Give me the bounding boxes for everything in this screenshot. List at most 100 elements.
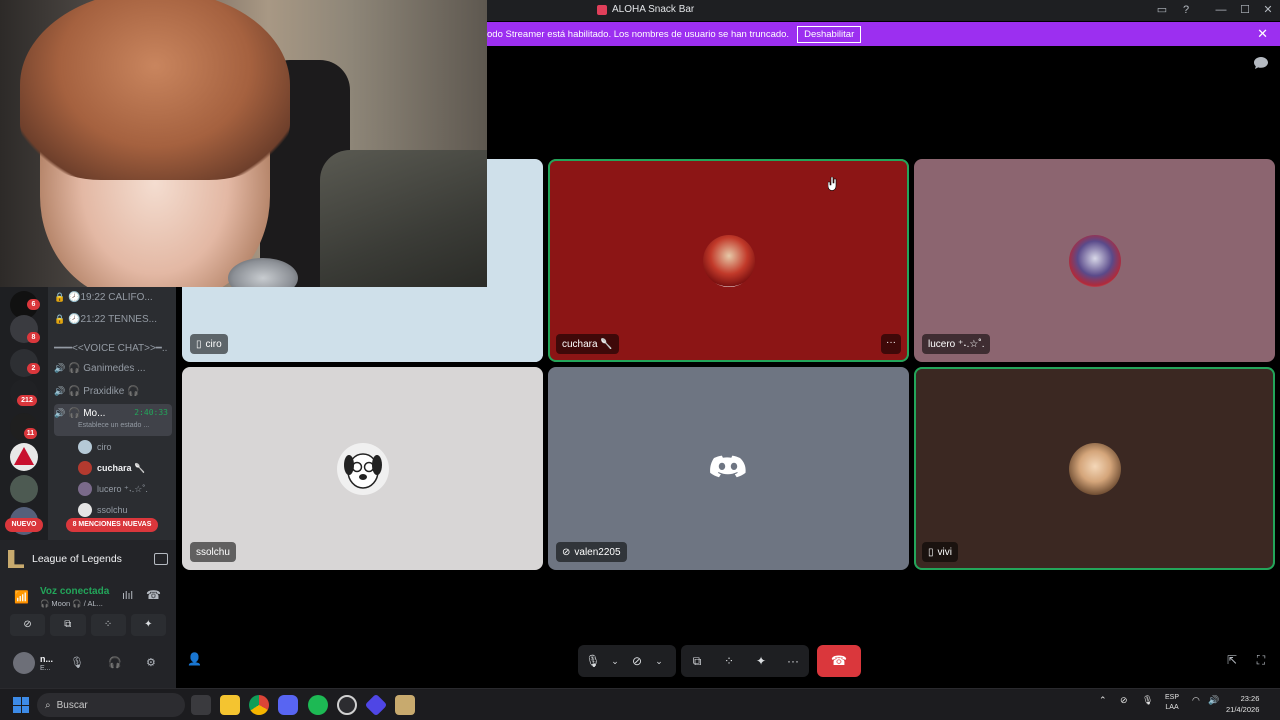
discord-icon[interactable] [278, 695, 298, 715]
chevron-down-icon[interactable]: ⌄ [608, 645, 622, 677]
microphone-icon[interactable]: 🎙 [70, 656, 84, 669]
game-overlay-icon[interactable] [154, 553, 168, 565]
new-mentions-pill[interactable]: 8 MENCIONES NUEVAS [66, 518, 158, 532]
active-voice-channel[interactable]: 🔊 🎧 Mo... 2:40:33 Establece un estado ..… [54, 404, 172, 436]
participant-tile-ciro[interactable]: ▯ ciro [182, 287, 543, 362]
more-options-icon[interactable]: ··· [777, 645, 809, 677]
voice-connection-panel: 📶 Voz conectada 🎧 Moon 🎧 / AL... ılıl ☎ [12, 582, 168, 612]
pop-out-icon[interactable]: ⇱ [1224, 652, 1240, 668]
windows-start-icon[interactable] [13, 697, 29, 713]
game-name: League of Legends [32, 553, 122, 565]
avatar[interactable] [13, 652, 35, 674]
microphone-icon[interactable]: 🎙 [578, 645, 608, 677]
task-view-icon[interactable] [191, 695, 211, 715]
disconnect-icon[interactable]: ☎ [146, 588, 161, 602]
voice-user[interactable]: ciro [78, 437, 112, 457]
window-title-text: ALOHA Snack Bar [612, 4, 695, 15]
inbox-icon[interactable]: ▭ [1152, 2, 1172, 19]
game-activity[interactable]: League of Legends [8, 544, 168, 574]
help-icon[interactable]: ? [1176, 2, 1196, 19]
language-indicator[interactable]: ESP LAA [1165, 693, 1179, 713]
network-off-icon[interactable]: ⊘ [1120, 695, 1128, 706]
participant-tile-ssolchu[interactable]: ssolchu [182, 367, 543, 570]
camera-off-button[interactable]: ⊘ [10, 614, 46, 636]
soundboard-icon[interactable]: ✦ [745, 645, 777, 677]
new-unread-pill[interactable]: NUEVO [5, 518, 43, 532]
channel-item[interactable]: 🔒 🕗21:22 TENNES... [54, 309, 172, 329]
channel-item[interactable]: 🔒 🕗19:22 CALIFO... [54, 287, 172, 307]
volume-icon[interactable]: 🔊 [1208, 695, 1219, 706]
participant-tile-vivi[interactable]: ▯ vivi [914, 367, 1275, 570]
avatar [78, 482, 92, 496]
participant-name: cuchara 🥄 [562, 338, 613, 350]
clock-time: 23:26 [1240, 694, 1260, 703]
participant-label: ssolchu [190, 542, 236, 562]
taskbar-clock[interactable]: 23:26 21/4/2026 [1226, 693, 1259, 715]
participant-name: vivi [937, 546, 952, 558]
league-of-legends-icon [8, 550, 24, 568]
participant-tile-cuchara[interactable]: cuchara 🥄 ··· [548, 159, 909, 362]
participant-name: ssolchu [196, 546, 230, 558]
call-timer: 2:40:33 [134, 408, 168, 417]
participant-tile-valen2205[interactable]: ⊘ valen2205 [548, 367, 909, 570]
channel-list: 🔒 🕗19:22 CALIFO... 🔒 🕗21:22 TENNES... ━━… [48, 287, 176, 540]
share-screen-button[interactable]: ⧉ [50, 614, 86, 636]
user-status: E... [40, 665, 51, 672]
channel-status[interactable]: Establece un estado ... [78, 422, 149, 429]
app-icon[interactable] [337, 695, 357, 715]
participant-tile-lucero[interactable]: lucero ⁺˖.☆˚. [914, 159, 1275, 362]
participant-label: ⊘ valen2205 [556, 542, 627, 562]
server-icon[interactable] [10, 475, 38, 503]
close-banner-button[interactable]: ✕ [1257, 26, 1268, 42]
share-screen-icon[interactable]: ⧉ [681, 645, 713, 677]
more-options-button[interactable]: ··· [881, 334, 901, 354]
disable-streamer-mode-button[interactable]: Deshabilitar [797, 25, 862, 43]
headphones-icon[interactable]: 🎧 [108, 656, 122, 669]
soundboard-button[interactable]: ✦ [130, 614, 166, 636]
camera-off-icon[interactable]: ⊘ [622, 645, 652, 677]
voice-user[interactable]: cuchara 🥄 [78, 458, 145, 478]
participant-label: cuchara 🥄 [556, 334, 619, 354]
league-of-legends-icon[interactable] [395, 695, 415, 715]
server-icon[interactable] [10, 443, 38, 471]
fullscreen-icon[interactable]: ⛶ [1253, 652, 1269, 668]
wifi-icon[interactable]: ◠ [1192, 695, 1200, 706]
voice-user[interactable]: lucero ⁺˖.☆˚. [78, 479, 148, 499]
spotify-icon[interactable] [308, 695, 328, 715]
server-list: 6 8 2 212 11 NUEVO [0, 287, 48, 540]
voice-status[interactable]: Voz conectada [40, 586, 109, 597]
gear-icon[interactable]: ⚙ [146, 656, 156, 669]
channel-category[interactable]: ━━━<<VOICE CHAT>>━.. [54, 338, 172, 358]
file-explorer-icon[interactable] [220, 695, 240, 715]
chevron-up-icon[interactable]: ⌃ [1099, 695, 1107, 706]
window-title: ALOHA Snack Bar [597, 4, 694, 15]
voice-channel-item[interactable]: 🔊 🎧 Ganimedes ... [54, 358, 172, 378]
add-people-icon[interactable]: 👤 [187, 652, 205, 670]
close-window-button[interactable]: ✕ [1258, 2, 1278, 19]
activities-icon[interactable]: ⁘ [713, 645, 745, 677]
chat-bubble-icon[interactable] [1253, 56, 1269, 70]
signal-icon[interactable]: 📶 [14, 590, 29, 604]
avatar [1068, 442, 1121, 495]
search-placeholder: Buscar [56, 699, 88, 711]
language-code: ESP [1165, 694, 1180, 701]
noise-suppression-icon[interactable]: ılıl [122, 590, 133, 602]
activities-button[interactable]: ⁘ [90, 614, 126, 636]
maximize-button[interactable]: ☐ [1235, 2, 1255, 19]
user-name[interactable]: n... [40, 654, 53, 664]
voice-channel-item[interactable]: 🔊 🎧 Praxidike 🎧 [54, 381, 172, 401]
chrome-icon[interactable] [249, 695, 269, 715]
voice-user[interactable]: ssolchu [78, 500, 128, 520]
server-badge: 8 [27, 332, 40, 343]
microphone-icon[interactable]: 🎙 [1142, 695, 1153, 706]
minimize-button[interactable]: — [1211, 2, 1231, 19]
user-area: League of Legends 📶 Voz conectada 🎧 Moon… [0, 540, 176, 688]
disconnect-call-button[interactable]: ☎ [817, 645, 861, 677]
app-icon[interactable] [364, 693, 388, 717]
taskbar-search[interactable]: ⌕ Buscar [37, 693, 185, 717]
chevron-down-icon[interactable]: ⌄ [652, 645, 666, 677]
phone-icon: ▯ [196, 338, 202, 350]
server-badge: 2 [27, 363, 40, 374]
voice-channel-name[interactable]: 🎧 Moon 🎧 / AL... [40, 599, 103, 608]
server-badge: 11 [24, 428, 37, 439]
